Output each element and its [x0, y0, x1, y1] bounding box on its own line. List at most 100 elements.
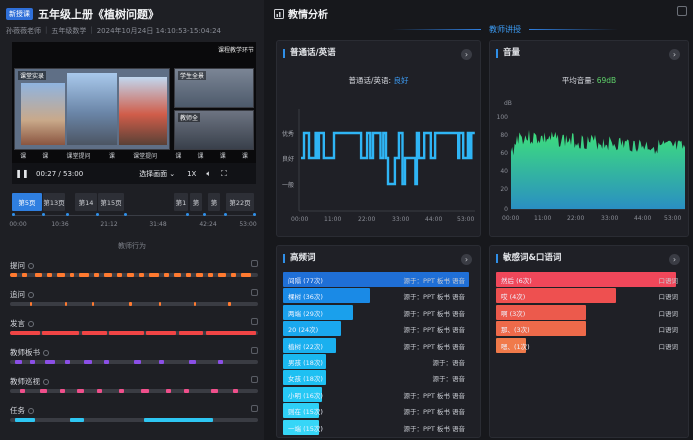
chevron-right-icon[interactable]: ›	[461, 254, 472, 265]
behavior-toggle[interactable]	[251, 347, 258, 354]
keyword-row[interactable]: 小明 (16次) 源于：PPT 板书 语音	[283, 386, 469, 402]
keyword-row[interactable]: 一端 (15次) 源于：PPT 板书 语音	[283, 419, 469, 435]
behavior-segment[interactable]	[188, 360, 196, 364]
behavior-segment[interactable]	[22, 273, 28, 277]
behavior-segment[interactable]	[193, 302, 196, 306]
segment-page-a[interactable]: 第	[190, 193, 202, 211]
behavior-segment[interactable]	[183, 389, 189, 393]
segment-page-22[interactable]: 第22页	[226, 193, 254, 211]
info-icon[interactable]	[43, 378, 49, 385]
fullscreen-icon[interactable]: ⛶	[221, 169, 227, 179]
behavior-segment[interactable]	[64, 302, 68, 306]
behavior-segment[interactable]	[116, 273, 122, 277]
info-icon[interactable]	[43, 349, 49, 356]
behavior-segment[interactable]	[218, 360, 224, 364]
behavior-segment[interactable]	[119, 389, 125, 393]
view-select[interactable]: 选择画面 ⌄	[139, 169, 175, 179]
behavior-segment[interactable]	[10, 273, 18, 277]
behavior-segment[interactable]	[69, 418, 85, 422]
behavior-segment[interactable]	[233, 389, 239, 393]
keyword-row[interactable]: 女孩 (18次) 源于：语音	[283, 370, 469, 386]
behavior-segment[interactable]	[76, 389, 85, 393]
layout-toggle-button[interactable]	[677, 6, 687, 16]
speed-button[interactable]: 1X	[187, 170, 196, 178]
behavior-segment[interactable]	[19, 389, 25, 393]
sensitive-word-row[interactable]: 啊 (3次) 口语词	[496, 304, 682, 320]
behavior-segment[interactable]	[210, 389, 219, 393]
behavior-segment[interactable]	[96, 389, 102, 393]
behavior-segment[interactable]	[158, 360, 164, 364]
video-thumb-students[interactable]: 学生全景	[174, 68, 254, 108]
behavior-segment[interactable]	[29, 302, 33, 306]
chevron-right-icon[interactable]: ›	[669, 254, 680, 265]
video-player[interactable]: 课堂实录 学生全景 教师全 课程教学环节 课 课 课堂提问 课 课堂提问 课 课…	[12, 42, 256, 184]
pause-icon[interactable]: ❚❚	[12, 169, 32, 178]
keyword-row[interactable]: 棵树 (36次) 源于：PPT 板书 语音	[283, 288, 469, 304]
segment-page-14[interactable]: 第14	[75, 193, 97, 211]
video-thumb-teacher[interactable]: 教师全	[174, 110, 254, 150]
keyword-row[interactable]: 20 (24次) 源于：PPT 板书 语音	[283, 321, 469, 337]
behavior-segment[interactable]	[240, 273, 251, 277]
behavior-segment[interactable]	[81, 331, 107, 335]
behavior-segment[interactable]	[208, 273, 214, 277]
behavior-segment[interactable]	[146, 331, 177, 335]
segment-page-15[interactable]: 第15页	[98, 193, 124, 211]
behavior-segment[interactable]	[10, 331, 40, 335]
info-icon[interactable]	[28, 320, 34, 327]
behavior-segment[interactable]	[42, 331, 80, 335]
behavior-toggle[interactable]	[251, 289, 258, 296]
segment-page-1x[interactable]: 第1	[174, 193, 188, 211]
behavior-segment[interactable]	[14, 360, 23, 364]
volume-icon[interactable]: 🔈︎	[206, 169, 211, 179]
chevron-right-icon[interactable]: ›	[669, 49, 680, 60]
behavior-segment[interactable]	[69, 273, 75, 277]
behavior-segment[interactable]	[84, 360, 92, 364]
keyword-row[interactable]: 植树 (22次) 源于：PPT 板书 语音	[283, 337, 469, 353]
behavior-segment[interactable]	[196, 273, 204, 277]
behavior-segment[interactable]	[104, 360, 110, 364]
behavior-segment[interactable]	[163, 273, 169, 277]
behavior-segment[interactable]	[91, 302, 95, 306]
behavior-segment[interactable]	[218, 273, 226, 277]
sensitive-word-row[interactable]: 那、(3次) 口语词	[496, 321, 682, 337]
segment-page-13[interactable]: 第13页	[43, 193, 65, 211]
behavior-segment[interactable]	[29, 360, 35, 364]
video-thumb-classroom[interactable]: 课堂实录	[14, 68, 170, 150]
behavior-segment[interactable]	[230, 273, 236, 277]
chevron-right-icon[interactable]: ›	[461, 49, 472, 60]
behavior-segment[interactable]	[166, 389, 172, 393]
behavior-segment[interactable]	[129, 302, 132, 306]
keyword-row[interactable]: 男孩 (18次) 源于：语音	[283, 354, 469, 369]
behavior-segment[interactable]	[94, 273, 100, 277]
sensitive-word-row[interactable]: 哎 (4次) 口语词	[496, 288, 682, 304]
behavior-segment[interactable]	[186, 273, 192, 277]
behavior-segment[interactable]	[143, 418, 214, 422]
behavior-segment[interactable]	[44, 360, 55, 364]
behavior-segment[interactable]	[109, 331, 144, 335]
behavior-segment[interactable]	[126, 273, 134, 277]
behavior-segment[interactable]	[47, 273, 53, 277]
keyword-row[interactable]: 间隔 (77次) 源于：PPT 板书 语音	[283, 272, 469, 287]
behavior-segment[interactable]	[39, 389, 48, 393]
behavior-toggle[interactable]	[251, 376, 258, 383]
segment-page-b[interactable]: 第	[208, 193, 220, 211]
sensitive-word-row[interactable]: 嗯、(1次) 口语词	[496, 337, 682, 353]
behavior-segment[interactable]	[34, 273, 43, 277]
segment-page-5[interactable]: 第5页	[12, 193, 42, 211]
keyword-row[interactable]: 两端 (29次) 源于：PPT 板书 语音	[283, 304, 469, 320]
behavior-segment[interactable]	[148, 273, 159, 277]
behavior-toggle[interactable]	[251, 405, 258, 412]
behavior-segment[interactable]	[134, 360, 142, 364]
behavior-segment[interactable]	[228, 302, 231, 306]
sensitive-word-row[interactable]: 然后 (6次) 口语词	[496, 272, 682, 287]
behavior-segment[interactable]	[158, 302, 162, 306]
behavior-segment[interactable]	[64, 360, 70, 364]
behavior-segment[interactable]	[138, 273, 144, 277]
keyword-row[interactable]: 则在 (15次) 源于：PPT 板书 语音	[283, 403, 469, 419]
tab-teacher-lecture[interactable]: 教师讲授	[481, 24, 529, 35]
info-icon[interactable]	[28, 262, 34, 269]
info-icon[interactable]	[28, 407, 34, 414]
info-icon[interactable]	[28, 291, 34, 298]
behavior-segment[interactable]	[141, 389, 149, 393]
behavior-toggle[interactable]	[251, 260, 258, 267]
